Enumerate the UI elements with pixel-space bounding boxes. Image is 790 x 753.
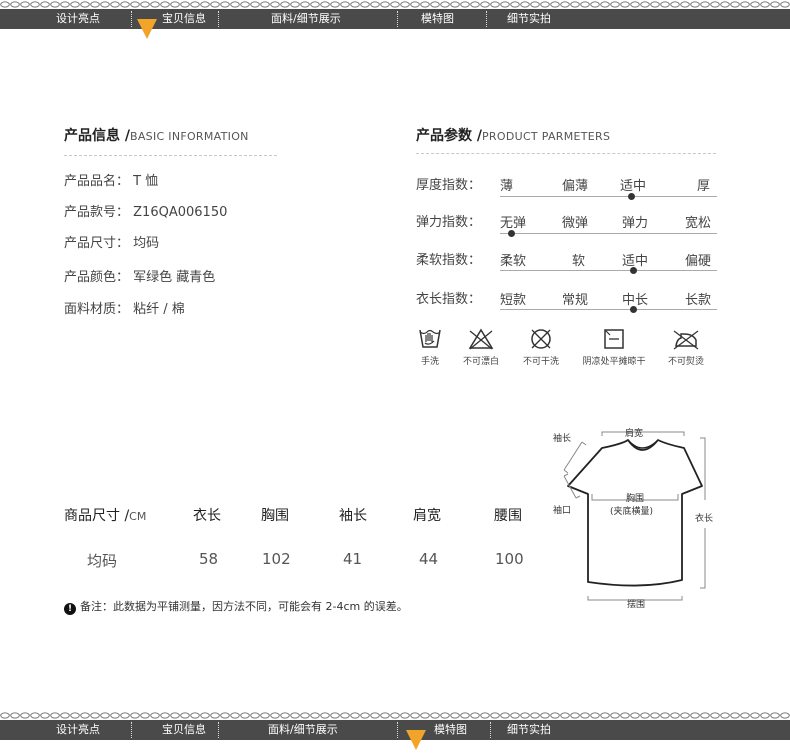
size-col-chest: 胸围 [261,508,289,524]
active-tab-pointer [137,19,157,39]
param-option: 中长 [622,293,649,308]
param-option: 适中 [622,254,649,269]
size-value-sleeve: 41 [343,550,363,568]
care-item: 不可漂白 [458,327,504,367]
care-item: 不可熨烫 [663,327,709,367]
no-iron-icon [673,330,699,350]
param-option: 常规 [562,293,589,308]
no-dry-clean-icon [531,329,551,349]
size-row-label: 均码 [87,552,118,570]
param-option: 无弹 [500,216,527,231]
param-option: 适中 [620,179,647,194]
params-title: 产品参数 /PRODUCT PARMETERS [416,128,611,144]
param-indicator [508,230,515,237]
label-chest: 胸围 [626,494,645,504]
label-cuff: 袖口 [553,506,572,516]
param-scale-line [500,196,717,197]
param-label-softness: 柔软指数： [416,253,482,268]
param-indicator [630,267,637,274]
param-option: 偏薄 [562,179,589,194]
garment-measure-diagram: 袖长 肩宽 袖口 胸围 (夹底横量) 衣长 摆围 [550,420,730,615]
size-table-header-label: 商品尺寸 /CM [64,508,147,524]
care-item: 手洗 [414,327,446,367]
param-scale-line [500,270,717,271]
info-row-name: 产品品名： T 恤 [64,174,159,189]
care-item: 阴凉处平摊晾干 [575,327,653,367]
param-option: 柔软 [500,254,527,269]
nav-tab-product-info[interactable]: 宝贝信息 [162,9,206,29]
info-row-color: 产品颜色： 军绿色 藏青色 [64,270,216,285]
label-hem: 摆围 [627,600,646,610]
param-scale-line [500,309,717,310]
nav-tab-model[interactable]: 模特图 [421,9,454,29]
label-sleeve-length: 袖长 [553,434,572,444]
param-label-thickness: 厚度指数： [416,178,482,193]
nav-tab-design[interactable]: 设计亮点 [56,720,100,740]
param-option: 短款 [500,293,527,308]
hand-wash-icon [419,329,441,348]
label-chest-note: (夹底横量) [610,507,654,517]
param-label-elasticity: 弹力指数： [416,215,482,230]
param-option: 弹力 [622,216,649,231]
basic-info-title: 产品信息 /BASIC INFORMATION [64,128,249,144]
param-label-length: 衣长指数： [416,292,482,307]
care-item: 不可干洗 [518,327,564,367]
chain-border-decoration [0,711,790,720]
size-col-shoulder: 肩宽 [413,508,441,524]
size-value-length: 58 [199,550,219,568]
size-value-waist: 100 [495,550,524,568]
param-option: 偏硬 [685,254,712,269]
nav-tab-design[interactable]: 设计亮点 [56,9,100,29]
size-col-sleeve: 袖长 [339,508,367,524]
nav-tab-detail-photos[interactable]: 细节实拍 [507,9,551,29]
size-value-chest: 102 [262,550,291,568]
label-shoulder-width: 肩宽 [625,429,644,439]
measurement-note: ! 备注：此数据为平铺测量，因方法不同，可能会有 2-4cm 的误差。 [64,598,408,615]
info-row-material: 面料材质： 粘纤 / 棉 [64,302,185,317]
param-option: 薄 [500,179,514,194]
nav-tab-fabric-detail[interactable]: 面料/细节展示 [271,9,341,29]
no-bleach-icon [468,328,494,350]
info-row-size: 产品尺寸： 均码 [64,236,160,251]
flat-dry-shade-icon [604,329,624,349]
bottom-nav-bar: 设计亮点 宝贝信息 面料/细节展示 模特图 细节实拍 [0,711,790,750]
nav-tab-product-info[interactable]: 宝贝信息 [162,720,206,740]
param-option: 厚 [697,179,711,194]
param-option: 软 [572,254,586,269]
param-indicator [630,306,637,313]
active-tab-pointer [406,730,426,750]
size-value-shoulder: 44 [419,550,439,568]
size-col-length: 衣长 [193,508,221,524]
param-option: 长款 [685,293,712,308]
param-indicator [628,193,635,200]
size-col-waist: 腰围 [494,508,522,524]
param-option: 宽松 [685,216,712,231]
param-option: 微弹 [562,216,589,231]
nav-tab-fabric-detail[interactable]: 面料/细节展示 [268,720,338,740]
info-row-style-no: 产品款号： Z16QA006150 [64,205,228,220]
label-length: 衣长 [695,514,714,524]
warning-icon: ! [64,603,76,615]
param-scale-line [500,233,717,234]
nav-tab-model[interactable]: 模特图 [434,720,467,740]
nav-tab-detail-photos[interactable]: 细节实拍 [507,720,551,740]
top-nav-bar: 设计亮点 宝贝信息 面料/细节展示 模特图 细节实拍 [0,0,790,39]
chain-border-decoration [0,0,790,9]
